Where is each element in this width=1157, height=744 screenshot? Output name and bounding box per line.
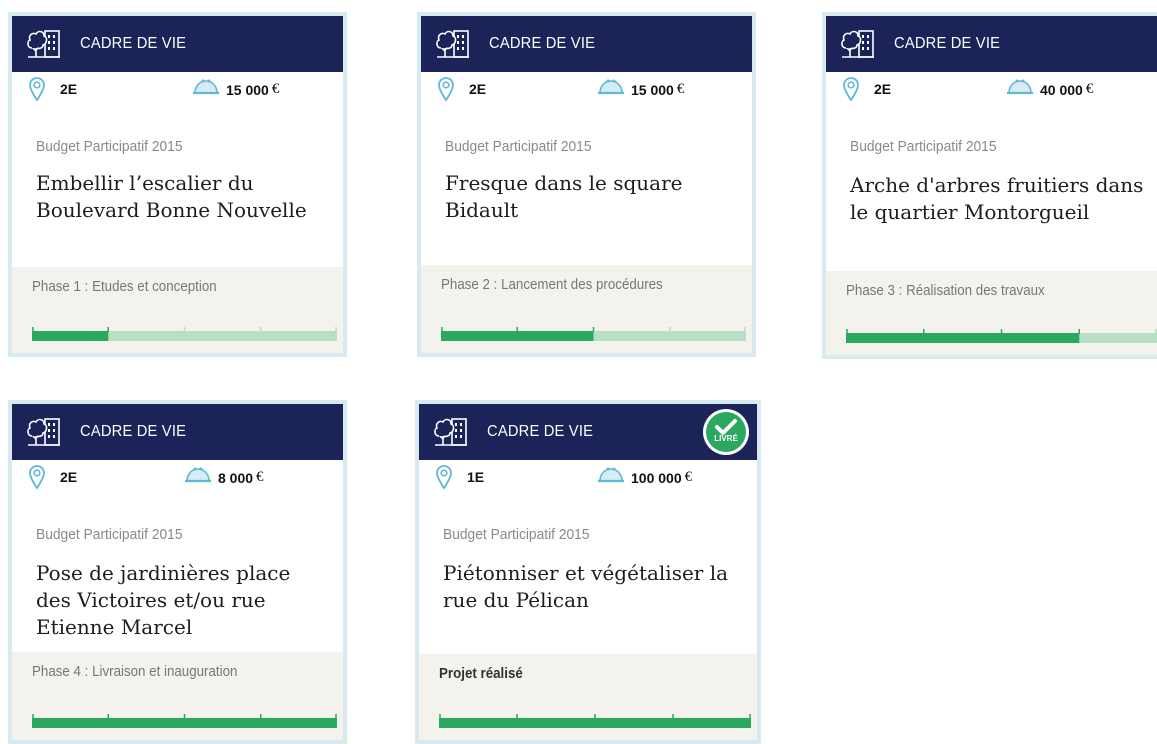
progress-bar (846, 327, 1157, 343)
progress-svg (441, 327, 746, 341)
phase-label: Phase 3 : Réalisation des travaux (846, 283, 1045, 299)
edition-label: Budget Participatif 2015 (36, 526, 183, 543)
card-meta: 2E 15 000 € (421, 72, 752, 106)
arrondissement: 2E (874, 81, 892, 97)
phase-area: Phase 2 : Lancement des procédures (421, 265, 752, 353)
progress-fill (846, 333, 1080, 343)
card-header: CADRE DE VIE (826, 16, 1157, 72)
phase-area: Phase 1 : Etudes et conception (12, 267, 343, 353)
phase-label: Phase 1 : Etudes et conception (32, 279, 217, 295)
phase-label: Phase 4 : Livraison et inauguration (32, 664, 238, 680)
currency: € (1085, 81, 1094, 97)
budget: 100 000 € (597, 466, 692, 489)
progress-svg (32, 327, 337, 341)
phase-area: Projet réalisé (419, 654, 757, 740)
progress-bar (441, 325, 746, 341)
map-pin-icon (28, 76, 46, 107)
card-meta: 2E 40 000 € (826, 72, 1157, 106)
purse-icon (597, 466, 625, 489)
currency: € (676, 81, 685, 97)
edition-label: Budget Participatif 2015 (445, 138, 592, 155)
card-meta: 1E 100 000 € (419, 460, 757, 494)
currency: € (271, 81, 280, 97)
card-meta: 2E 15 000 € (12, 72, 343, 106)
project-title[interactable]: Piétonniser et végétaliser la rue du Pél… (443, 560, 739, 614)
tree-building-icon (840, 26, 876, 62)
arrondissement: 2E (60, 469, 78, 485)
phase-label: Projet réalisé (439, 666, 523, 682)
progress-fill (32, 718, 337, 728)
tree-building-icon (435, 26, 471, 62)
budget-amount: 40 000 (1040, 81, 1083, 98)
budget-amount: 8 000 (218, 469, 254, 486)
budget-amount: 100 000 (631, 469, 682, 486)
card-header: CADRE DE VIE (12, 16, 343, 72)
card-meta: 2E 8 000 € (12, 460, 343, 494)
arrondissement: 1E (467, 469, 485, 485)
project-title[interactable]: Embellir l’escalier du Boulevard Bonne N… (36, 170, 325, 224)
purse-icon (192, 78, 220, 101)
tree-building-icon (26, 414, 62, 450)
tree-building-icon (26, 26, 62, 62)
map-pin-icon (28, 464, 46, 495)
project-title[interactable]: Fresque dans le square Bidault (445, 170, 734, 224)
purse-icon (184, 466, 212, 489)
map-pin-icon (437, 76, 455, 107)
project-card[interactable]: CADRE DE VIE 2E 40 000 € Budget Particip… (822, 12, 1157, 359)
card-header: CADRE DE VIE (12, 404, 343, 460)
edition-label: Budget Participatif 2015 (850, 138, 997, 155)
project-card[interactable]: CADRE DE VIE 2E 8 000 € Budget Participa… (8, 400, 347, 744)
map-pin-icon (842, 76, 860, 107)
arrondissement: 2E (60, 81, 78, 97)
currency: € (256, 469, 264, 485)
badge-label: LIVRÉ (714, 433, 738, 443)
budget: 15 000 € (192, 78, 279, 101)
budget-amount: 15 000 (631, 81, 674, 98)
category-label: CADRE DE VIE (894, 35, 1001, 52)
edition-label: Budget Participatif 2015 (36, 138, 183, 155)
category-label: CADRE DE VIE (487, 423, 594, 440)
check-badge-icon: LIVRÉ (706, 412, 746, 452)
progress-fill (32, 331, 109, 341)
budget-amount: 15 000 (226, 81, 269, 98)
progress-svg (846, 329, 1157, 343)
delivered-badge: LIVRÉ (703, 409, 749, 455)
progress-fill (441, 331, 594, 341)
purse-icon (597, 78, 625, 101)
progress-svg (32, 714, 337, 728)
project-card[interactable]: CADRE DE VIE LIVRÉ 1E 100 000 € Budget P… (415, 400, 761, 744)
project-card[interactable]: CADRE DE VIE 2E 15 000 € Budget Particip… (8, 12, 347, 357)
phase-label: Phase 2 : Lancement des procédures (441, 277, 663, 293)
currency: € (684, 469, 693, 485)
card-header: CADRE DE VIE LIVRÉ (419, 404, 757, 460)
progress-fill (439, 718, 751, 728)
edition-label: Budget Participatif 2015 (443, 526, 590, 543)
phase-area: Phase 3 : Réalisation des travaux (826, 271, 1157, 355)
project-card[interactable]: CADRE DE VIE 2E 15 000 € Budget Particip… (417, 12, 756, 357)
progress-svg (439, 714, 751, 728)
budget: 8 000 € (184, 466, 264, 489)
tree-building-icon (433, 414, 469, 450)
progress-bar (32, 712, 337, 728)
budget: 40 000 € (1006, 78, 1093, 101)
phase-area: Phase 4 : Livraison et inauguration (12, 652, 343, 740)
category-label: CADRE DE VIE (489, 35, 596, 52)
project-title[interactable]: Arche d'arbres fruitiers dans le quartie… (850, 172, 1157, 226)
category-label: CADRE DE VIE (80, 35, 187, 52)
project-title[interactable]: Pose de jardinières place des Victoires … (36, 560, 325, 641)
card-header: CADRE DE VIE (421, 16, 752, 72)
budget: 15 000 € (597, 78, 684, 101)
arrondissement: 2E (469, 81, 487, 97)
purse-icon (1006, 78, 1034, 101)
map-pin-icon (435, 464, 453, 495)
category-label: CADRE DE VIE (80, 423, 187, 440)
progress-bar (439, 712, 751, 728)
progress-bar (32, 325, 337, 341)
